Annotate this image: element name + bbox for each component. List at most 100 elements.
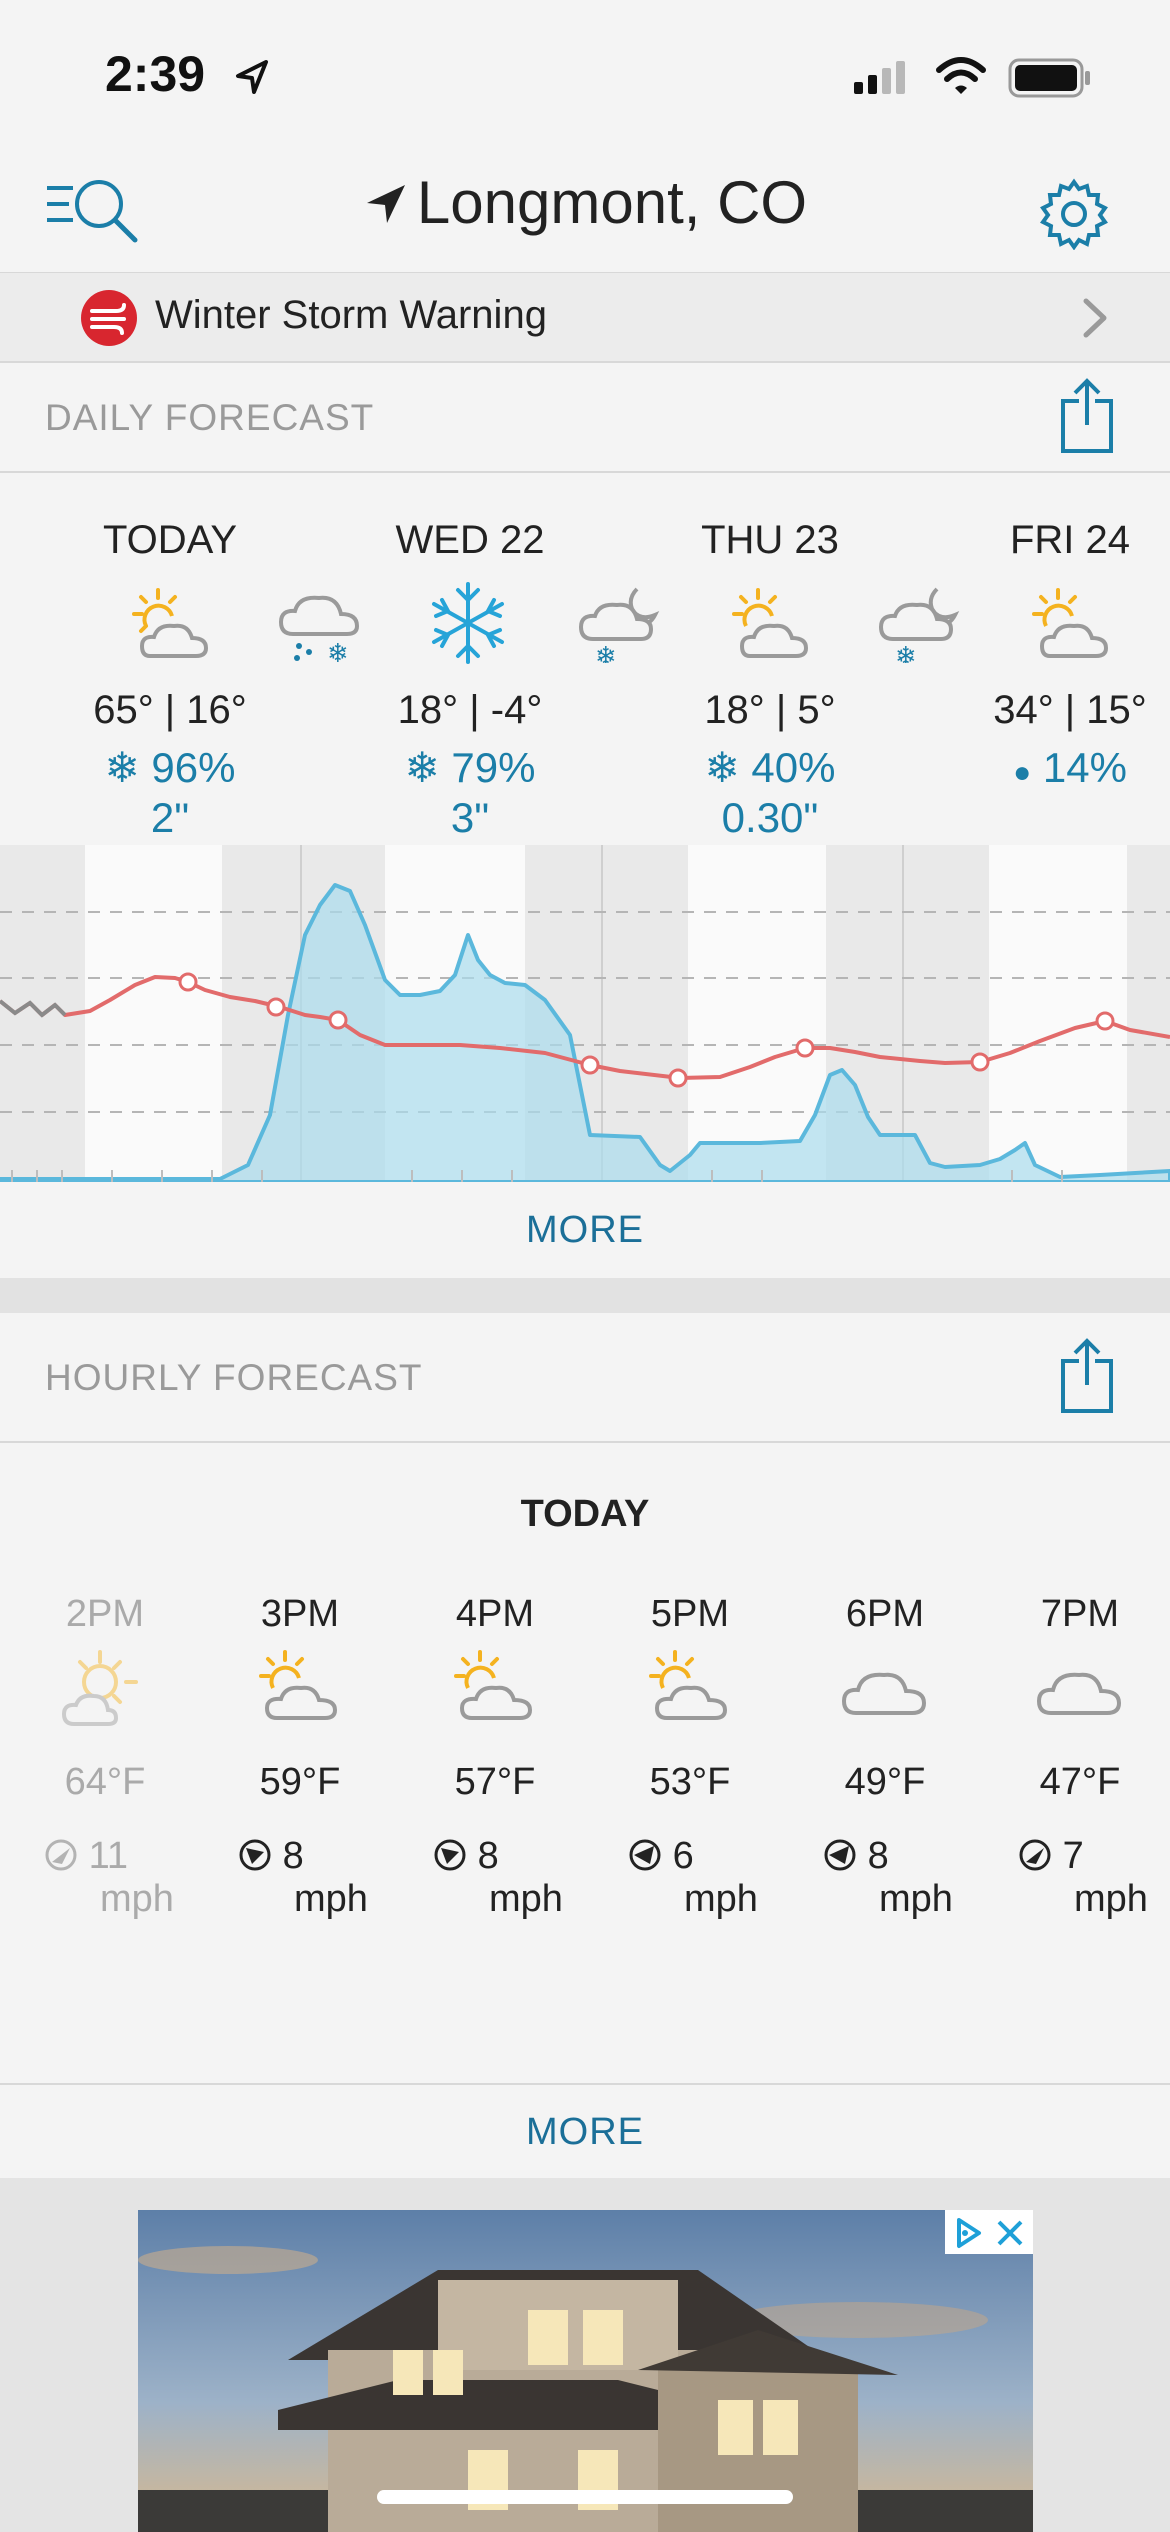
wind-alert-icon xyxy=(81,290,137,346)
partly-cloudy-icon xyxy=(649,1650,728,1720)
wind-unit: mph xyxy=(1074,1878,1148,1920)
settings-gear-icon[interactable] xyxy=(1038,178,1110,250)
precip-percent: 79% xyxy=(451,744,536,791)
daily-forecast-title: DAILY FORECAST xyxy=(45,397,375,438)
precip-amount: 2" xyxy=(150,794,190,841)
house-ad-image xyxy=(138,2210,1033,2532)
day-temp-range: 18° | 5° xyxy=(704,688,836,732)
snow-shower-icon: ❄ xyxy=(278,595,360,666)
hour-temp: 64°F xyxy=(64,1761,146,1803)
wind-unit: mph xyxy=(100,1878,174,1920)
wind-unit: mph xyxy=(684,1878,758,1920)
precip-amount: 3" xyxy=(450,794,490,841)
hour-temp: 53°F xyxy=(649,1761,731,1803)
hour-time: 2PM xyxy=(65,1593,145,1635)
day-precip: ❄ 79% 3" xyxy=(350,743,590,843)
day-temp-range: 34° | 15° xyxy=(993,688,1147,732)
hour-column[interactable]: 6PM xyxy=(800,1593,970,1636)
partly-cloudy-icon xyxy=(259,1650,338,1720)
share-icon[interactable] xyxy=(1057,1337,1117,1417)
hour-column[interactable]: 5PM xyxy=(605,1593,775,1636)
daily-forecast-strip[interactable]: TODAY 65° | 16° ❄ 96% 2" WED 22 18° | -4… xyxy=(0,473,1170,845)
hour-column[interactable]: 3PM xyxy=(215,1593,385,1636)
svg-text:❄: ❄ xyxy=(895,642,917,663)
location-arrow-icon xyxy=(236,60,268,94)
wind-speed: 6 xyxy=(672,1835,694,1877)
close-icon[interactable] xyxy=(995,2218,1025,2248)
hour-wind: 8 mph xyxy=(433,1835,563,1921)
signal-icon xyxy=(854,61,905,94)
ad-banner[interactable] xyxy=(138,2210,1033,2532)
day-column[interactable]: TODAY xyxy=(50,518,290,563)
day-column[interactable]: FRI 24 xyxy=(950,518,1170,563)
precip-percent: 14% xyxy=(1042,744,1127,791)
day-column[interactable]: THU 23 xyxy=(650,518,890,563)
hourly-forecast-title: HOURLY FORECAST xyxy=(45,1357,423,1398)
svg-text:❄: ❄ xyxy=(327,639,349,666)
daily-more-label: MORE xyxy=(526,1209,644,1251)
section-divider xyxy=(0,1278,1170,1313)
daily-forecast-header: DAILY FORECAST xyxy=(0,363,1170,473)
wind-unit: mph xyxy=(294,1878,368,1920)
hourly-more-button[interactable]: MORE xyxy=(0,2083,1170,2180)
hour-column[interactable]: 7PM xyxy=(995,1593,1165,1636)
hourly-day-label: TODAY xyxy=(520,1493,650,1535)
hour-column[interactable]: 4PM xyxy=(410,1593,580,1636)
day-temps: 65° | 16° xyxy=(50,688,290,733)
hourly-forecast-strip[interactable]: TODAY 2PM 3PM 4PM 5PM 6PM 7PM 64°F 59°F … xyxy=(0,1443,1170,2083)
day-temp-range: 65° | 16° xyxy=(93,688,247,732)
precip-amount: 0.30" xyxy=(721,794,819,841)
wind-speed: 8 xyxy=(867,1835,889,1877)
temp-precip-graph xyxy=(0,845,1170,1184)
svg-text:❄: ❄ xyxy=(595,642,617,663)
nav-bar: Longmont, CO xyxy=(0,150,1170,274)
hour-temp: 47°F xyxy=(1039,1761,1121,1803)
hour-temp: 57°F xyxy=(454,1761,536,1803)
location-title[interactable]: Longmont, CO xyxy=(0,168,1170,237)
day-label: FRI 24 xyxy=(1009,518,1131,562)
day-temps: 18° | -4° xyxy=(350,688,590,733)
day-precip: ● 14% xyxy=(950,743,1170,798)
daily-forecast-chart[interactable] xyxy=(0,845,1170,1184)
snowflake-icon: ❄ xyxy=(404,744,440,791)
wind-speed: 8 xyxy=(282,1835,304,1877)
wind-direction-icon xyxy=(239,1839,271,1871)
ad-choices-icon[interactable] xyxy=(951,2216,985,2250)
partly-cloudy-icon xyxy=(61,1650,138,1726)
partly-sunny-icon xyxy=(1032,588,1109,658)
cloud-icon xyxy=(1036,1672,1122,1715)
wind-direction-icon xyxy=(434,1839,466,1871)
home-indicator[interactable] xyxy=(377,2490,793,2504)
daily-more-button[interactable]: MORE xyxy=(0,1183,1170,1278)
partly-cloudy-icon xyxy=(454,1650,533,1720)
wind-speed: 8 xyxy=(477,1835,499,1877)
day-label: THU 23 xyxy=(701,518,839,562)
cloud-icon xyxy=(841,1672,927,1715)
ad-choices[interactable] xyxy=(945,2210,1033,2254)
chevron-right-icon xyxy=(1083,298,1107,338)
precip-percent: 96% xyxy=(151,744,236,791)
day-temp-range: 18° | -4° xyxy=(397,688,543,732)
share-icon[interactable] xyxy=(1057,377,1117,457)
partly-sunny-icon xyxy=(132,588,209,658)
wind-direction-icon xyxy=(824,1839,856,1871)
hour-temp: 49°F xyxy=(844,1761,926,1803)
wifi-icon xyxy=(936,57,986,94)
day-precip: ❄ 40% 0.30" xyxy=(650,743,890,843)
alert-text: Winter Storm Warning xyxy=(155,293,547,337)
wind-unit: mph xyxy=(879,1878,953,1920)
wind-speed: 11 xyxy=(88,1835,129,1877)
day-precip: ❄ 96% 2" xyxy=(50,743,290,843)
hour-column[interactable]: 2PM xyxy=(20,1593,190,1636)
hour-wind: 8 mph xyxy=(238,1835,368,1921)
hour-time: 6PM xyxy=(845,1593,925,1635)
snowflake-icon: ❄ xyxy=(104,744,140,791)
wind-speed: 7 xyxy=(1062,1835,1084,1877)
status-time: 2:39 xyxy=(105,46,206,102)
day-column[interactable]: WED 22 xyxy=(350,518,590,563)
night-snow-icon: ❄ xyxy=(578,587,660,663)
winter-storm-alert[interactable]: Winter Storm Warning xyxy=(0,273,1170,363)
raindrop-icon: ● xyxy=(1013,756,1032,789)
day-temps: 18° | 5° xyxy=(650,688,890,733)
snowflake-large-icon xyxy=(432,582,504,664)
